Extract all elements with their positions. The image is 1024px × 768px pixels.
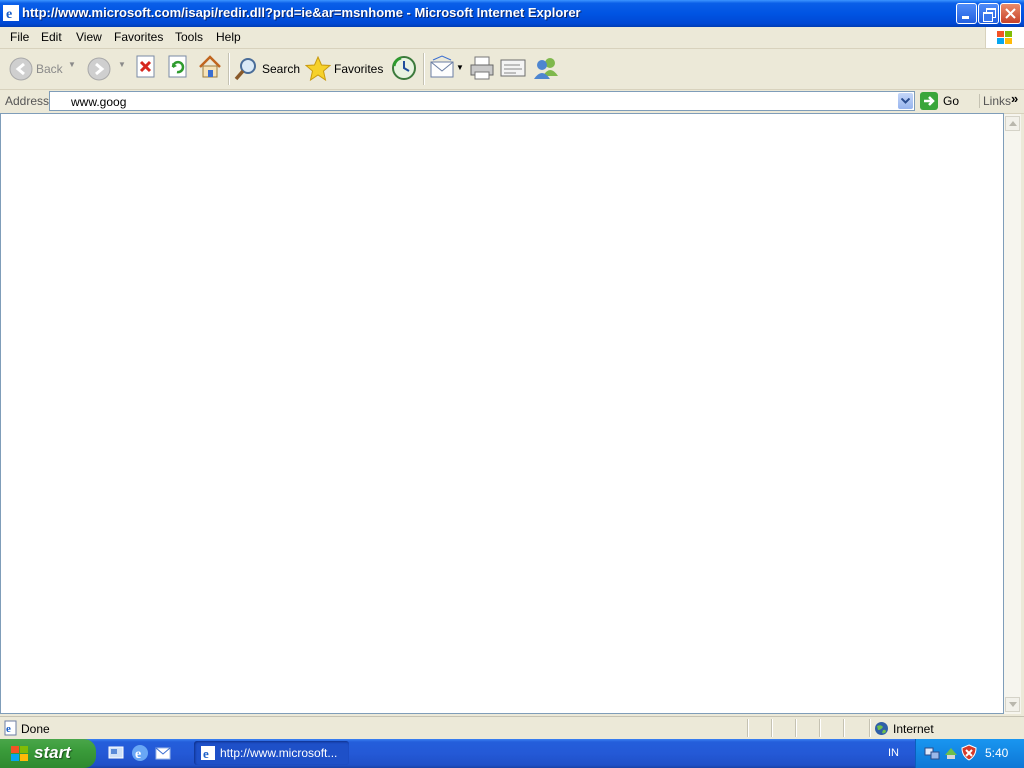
internet-explorer-icon[interactable]: e (131, 744, 149, 762)
taskbar: start e e http://www.microsoft... IN 5:4… (0, 739, 1024, 768)
edit-page-icon (500, 59, 526, 77)
windows-logo (985, 27, 1024, 48)
history-icon (392, 56, 416, 80)
history-button[interactable] (391, 55, 417, 83)
close-button[interactable] (1000, 3, 1021, 24)
status-bar: e Done Internet (0, 716, 1024, 740)
menu-edit[interactable]: Edit (40, 30, 63, 44)
search-icon (234, 58, 256, 81)
messenger-button[interactable] (532, 54, 560, 82)
edit-button[interactable] (500, 55, 526, 83)
minimize-button[interactable] (956, 3, 977, 24)
start-label: start (34, 743, 71, 762)
star-icon (305, 56, 331, 82)
safely-remove-hardware-icon[interactable] (943, 745, 959, 761)
start-button[interactable]: start (0, 739, 96, 768)
windows-flag-icon (11, 746, 28, 761)
menu-file[interactable]: File (9, 30, 30, 44)
back-arrow-icon (9, 57, 33, 81)
go-arrow-icon (920, 92, 938, 110)
home-button[interactable] (197, 54, 223, 82)
forward-button[interactable]: ▼ (86, 54, 130, 84)
status-text: Done (21, 722, 50, 736)
address-dropdown-button[interactable] (898, 93, 913, 109)
forward-dropdown-icon[interactable]: ▼ (118, 60, 126, 69)
ie-icon: e (3, 5, 19, 21)
network-icon[interactable] (924, 745, 940, 761)
windows-flag-icon (997, 31, 1012, 44)
mail-button[interactable]: ▼ (429, 55, 465, 83)
go-button[interactable]: Go (920, 91, 970, 111)
toolbar-separator (423, 53, 425, 85)
menu-tools[interactable]: Tools (174, 30, 204, 44)
restore-button[interactable] (978, 3, 999, 24)
arrow-down-icon (1009, 702, 1017, 707)
address-input[interactable]: www.goog (49, 91, 915, 111)
show-desktop-icon[interactable] (108, 745, 124, 761)
outlook-express-icon[interactable] (154, 744, 172, 762)
scroll-down-button[interactable] (1005, 697, 1020, 712)
toolbar-separator (228, 53, 230, 85)
messenger-icon (534, 58, 558, 79)
standard-toolbar: Back ▼ ▼ Search Favorites ▼ (0, 49, 1024, 90)
minimize-icon (962, 16, 969, 19)
arrow-up-icon (1009, 121, 1017, 126)
vertical-scrollbar[interactable] (1004, 114, 1021, 714)
system-tray: 5:40 (915, 739, 1024, 768)
home-icon (199, 55, 221, 78)
address-label: Address (5, 94, 50, 108)
address-value: www.goog (71, 95, 127, 109)
search-label: Search (262, 62, 301, 76)
favorites-button[interactable]: Favorites (305, 54, 383, 84)
menu-bar: File Edit View Favorites Tools Help (0, 27, 1024, 49)
back-label: Back (36, 62, 63, 76)
address-bar: Address www.goog Go Links » (0, 90, 1024, 114)
close-icon (1005, 8, 1016, 19)
language-indicator[interactable]: IN (888, 747, 899, 759)
chevron-right-icon[interactable]: » (1011, 91, 1018, 106)
mail-dropdown-icon[interactable]: ▼ (456, 63, 464, 72)
browser-content[interactable] (0, 113, 1004, 714)
scroll-up-button[interactable] (1005, 116, 1020, 131)
svg-text:e: e (203, 746, 209, 761)
favorites-label: Favorites (334, 62, 384, 76)
printer-icon (470, 56, 494, 80)
refresh-button[interactable] (167, 55, 191, 81)
print-button[interactable] (469, 55, 495, 83)
go-label: Go (943, 94, 960, 108)
search-button[interactable]: Search (233, 54, 301, 84)
back-button[interactable]: Back ▼ (6, 54, 80, 84)
page-icon (54, 94, 66, 108)
svg-text:e: e (135, 747, 141, 762)
mail-icon (430, 55, 454, 78)
clock[interactable]: 5:40 (985, 746, 1008, 760)
chevron-down-icon (901, 98, 910, 104)
title-bar[interactable]: e http://www.microsoft.com/isapi/redir.d… (0, 0, 1024, 27)
security-center-shield-icon[interactable] (961, 744, 977, 761)
svg-text:e: e (6, 723, 11, 735)
links-button[interactable]: Links (979, 94, 1011, 108)
security-zone-label: Internet (893, 722, 934, 736)
page-done-icon: e (4, 720, 17, 736)
stop-icon (136, 55, 155, 78)
internet-globe-icon (875, 722, 888, 735)
menu-view[interactable]: View (75, 30, 103, 44)
menu-favorites[interactable]: Favorites (113, 30, 164, 44)
stop-button[interactable] (135, 55, 159, 81)
menu-help[interactable]: Help (215, 30, 242, 44)
svg-text:e: e (6, 7, 12, 21)
taskbar-window-label: http://www.microsoft... (220, 746, 338, 760)
ie-icon: e (201, 746, 215, 761)
taskbar-window-button[interactable]: e http://www.microsoft... (194, 741, 349, 765)
forward-arrow-icon (87, 57, 111, 81)
back-dropdown-icon[interactable]: ▼ (68, 60, 76, 69)
window-title: http://www.microsoft.com/isapi/redir.dll… (22, 5, 581, 20)
refresh-icon (168, 55, 187, 78)
